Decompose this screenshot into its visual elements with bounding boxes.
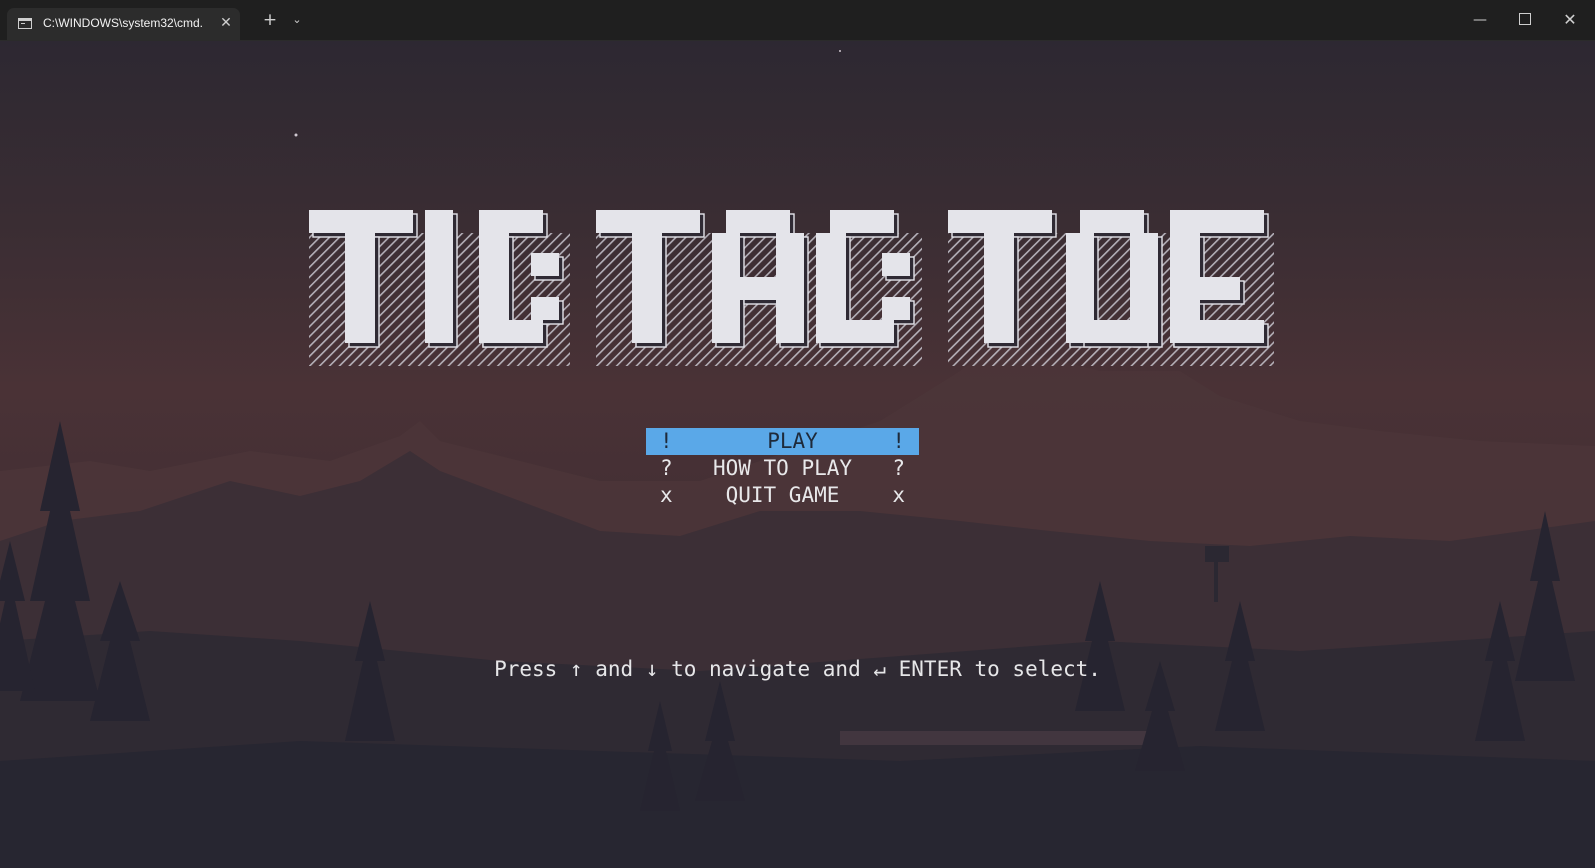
block-solid — [479, 320, 543, 343]
block-solid — [596, 210, 700, 233]
menu-label: HOW TO PLAY — [712, 456, 853, 480]
maximize-button[interactable] — [1505, 0, 1545, 40]
word-tac — [596, 210, 922, 366]
close-window-button[interactable]: ✕ — [1552, 0, 1588, 40]
tab-title: C:\WINDOWS\system32\cmd. — [43, 16, 204, 30]
maximize-icon — [1519, 13, 1531, 25]
menu-label: PLAY — [767, 429, 818, 453]
close-tab-icon[interactable]: ✕ — [217, 14, 235, 32]
block-solid — [1080, 320, 1144, 343]
block-solid — [309, 210, 413, 233]
block-solid — [830, 210, 894, 233]
block-solid — [632, 233, 662, 343]
block-solid — [1170, 277, 1240, 300]
menu-item-how-to-play[interactable]: ? HOW TO PLAY ? — [646, 455, 919, 482]
block-solid — [816, 320, 894, 343]
chevron-down-icon[interactable]: ⌄ — [288, 0, 306, 40]
menu-item-quit-game[interactable]: x QUIT GAME x — [646, 482, 919, 509]
menu-item-play[interactable]: ! PLAY ! — [646, 428, 919, 455]
new-tab-button[interactable]: + — [258, 0, 282, 40]
block-solid — [479, 210, 543, 233]
block-solid — [1080, 210, 1144, 233]
block-solid — [984, 233, 1014, 343]
block-solid — [1170, 210, 1264, 233]
block-solid — [882, 297, 910, 320]
word-toe — [948, 210, 1274, 366]
menu-marker: x — [892, 483, 905, 507]
title-bar: C:\WINDOWS\system32\cmd. ✕ + ⌄ — ✕ — [0, 0, 1595, 41]
block-solid — [531, 297, 559, 320]
block-solid — [425, 210, 453, 343]
block-solid — [726, 210, 790, 233]
menu-marker: ? — [892, 456, 905, 480]
block-solid — [712, 233, 740, 343]
menu-marker: ! — [892, 429, 905, 453]
navigation-hint: Press ↑ and ↓ to navigate and ↵ ENTER to… — [494, 657, 1101, 681]
terminal-icon — [18, 18, 32, 29]
block-solid — [882, 253, 910, 276]
block-solid — [740, 277, 776, 300]
block-solid — [948, 210, 1052, 233]
terminal-area[interactable]: ! PLAY ! ? HOW TO PLAY ? x QUIT GAME x P… — [0, 41, 1595, 868]
block-solid — [345, 233, 375, 343]
minimize-button[interactable]: — — [1460, 0, 1500, 40]
block-solid — [1170, 320, 1264, 343]
word-tic — [309, 210, 570, 366]
block-solid — [776, 233, 804, 343]
menu-label: QUIT GAME — [725, 483, 840, 507]
block-solid — [531, 253, 559, 276]
tab-cmd[interactable]: C:\WINDOWS\system32\cmd. ✕ — [7, 8, 240, 40]
